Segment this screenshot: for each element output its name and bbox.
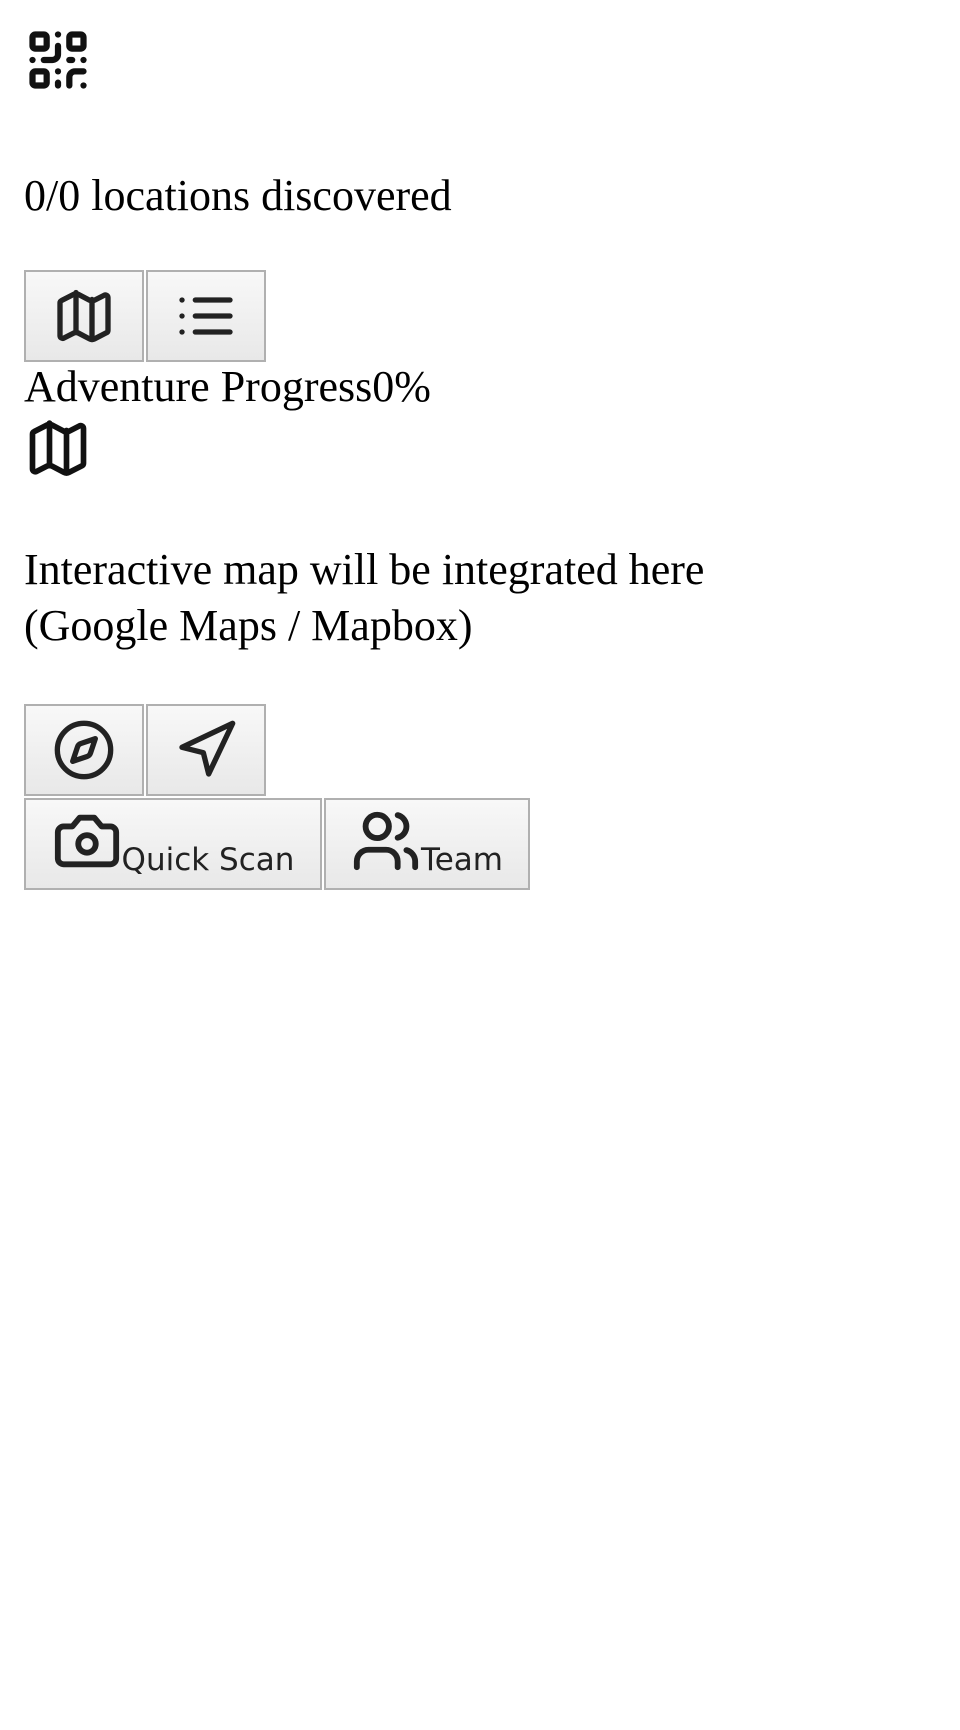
compass-button[interactable]: [24, 704, 144, 796]
compass-icon: [54, 720, 114, 780]
team-button[interactable]: Team: [324, 798, 530, 890]
page: 0/0 locations discovered Adventure Progr…: [0, 26, 960, 890]
map-placeholder-line2: (Google Maps / Mapbox): [24, 601, 473, 650]
team-label: Team: [421, 842, 503, 878]
camera-icon: [54, 814, 119, 868]
map-placeholder: Interactive map will be integrated here …: [24, 542, 844, 654]
navigate-button[interactable]: [146, 704, 266, 796]
action-buttons: Quick Scan Team: [24, 798, 936, 890]
map-controls: [24, 704, 936, 796]
quick-scan-label: Quick Scan: [121, 842, 295, 878]
map-view-button[interactable]: [24, 270, 144, 362]
locations-discovered-text: 0/0 locations discovered: [24, 171, 452, 220]
list-view-button[interactable]: [146, 270, 266, 362]
adventure-progress: Adventure Progress0%: [24, 362, 936, 412]
list-icon: [179, 297, 233, 335]
progress-value: 0%: [372, 362, 431, 411]
progress-label: Adventure Progress: [24, 362, 373, 411]
map-icon: [24, 414, 92, 482]
users-icon: [353, 811, 419, 871]
view-toggle: [24, 270, 936, 362]
qr-code-icon: [24, 26, 92, 94]
map-icon: [57, 289, 111, 343]
navigation-arrow-icon: [179, 720, 236, 777]
map-placeholder-line1: Interactive map will be integrated here: [24, 545, 705, 594]
quick-scan-button[interactable]: Quick Scan: [24, 798, 322, 890]
